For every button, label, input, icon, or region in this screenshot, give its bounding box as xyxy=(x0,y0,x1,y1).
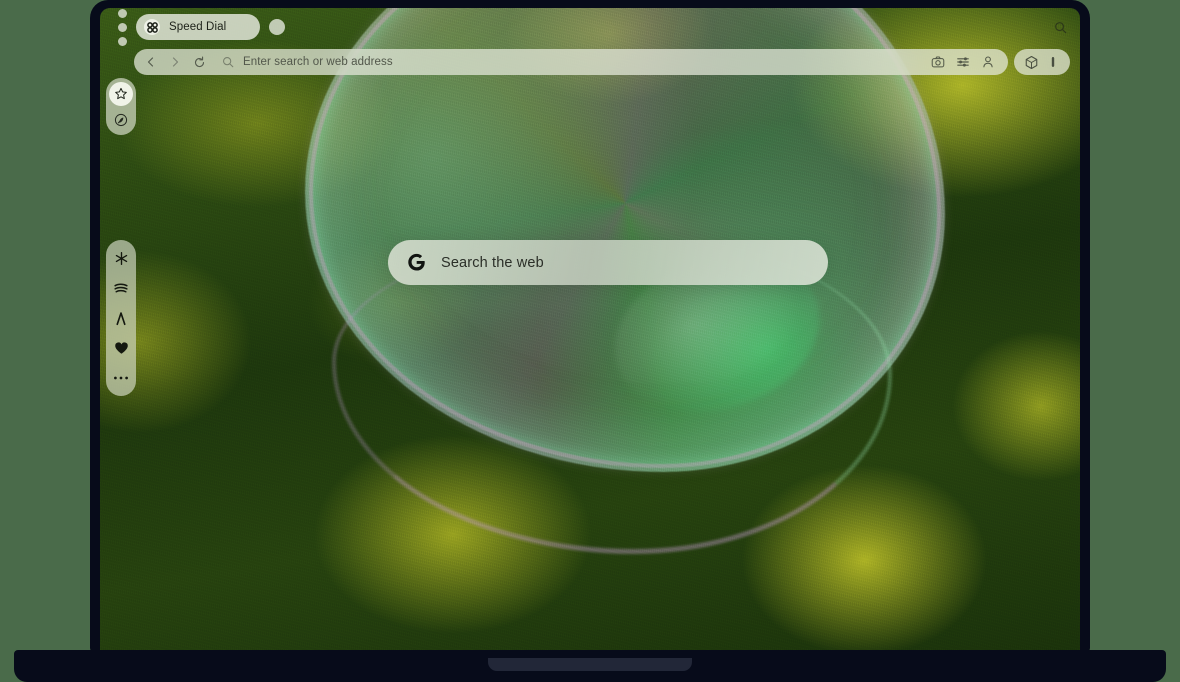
camera-icon[interactable] xyxy=(928,52,948,72)
sidebar-toggle-icon[interactable] xyxy=(1043,52,1063,72)
person-icon[interactable] xyxy=(978,52,998,72)
google-g-icon xyxy=(406,252,427,273)
laptop-base xyxy=(14,650,1166,682)
window-maximize-dot[interactable] xyxy=(117,36,127,46)
laptop-mockup: Speed Dial Enter search or web address S… xyxy=(0,0,1180,682)
toolbar: Enter search or web address xyxy=(100,48,1080,76)
address-bar-actions xyxy=(928,52,1000,72)
waves-icon[interactable] xyxy=(110,277,132,299)
sidebar-top-group xyxy=(106,78,136,135)
speed-dial-wallpaper xyxy=(100,8,1080,650)
address-input-placeholder[interactable]: Enter search or web address xyxy=(243,56,393,68)
tab-title: Speed Dial xyxy=(169,21,227,33)
sidebar-bottom-group xyxy=(106,240,136,396)
star-icon[interactable] xyxy=(109,82,133,106)
chevron-left-icon[interactable] xyxy=(140,51,162,73)
address-bar[interactable]: Enter search or web address xyxy=(134,49,1008,75)
speed-dial-search-box[interactable]: Search the web xyxy=(388,240,828,285)
leaf-icon[interactable] xyxy=(110,109,132,131)
reload-icon[interactable] xyxy=(188,51,210,73)
more-dots-icon[interactable] xyxy=(110,367,132,389)
asterisk-icon[interactable] xyxy=(110,247,132,269)
cube-icon[interactable] xyxy=(1021,52,1041,72)
browser-window: Speed Dial Enter search or web address S… xyxy=(100,8,1080,650)
tab-bar: Speed Dial xyxy=(100,8,1080,46)
window-close-dot[interactable] xyxy=(117,8,127,18)
tab-strip: Speed Dial xyxy=(136,14,285,40)
search-input-placeholder[interactable]: Search the web xyxy=(441,255,544,271)
heart-icon[interactable] xyxy=(110,337,132,359)
search-icon[interactable] xyxy=(1050,17,1070,37)
window-minimize-dot[interactable] xyxy=(117,22,127,32)
toolbar-end-group xyxy=(1014,49,1070,75)
chevron-right-icon[interactable] xyxy=(164,51,186,73)
window-controls[interactable] xyxy=(106,8,134,46)
sliders-icon[interactable] xyxy=(953,52,973,72)
pin-icon[interactable] xyxy=(110,307,132,329)
search-icon xyxy=(218,52,238,72)
speed-dial-icon xyxy=(144,19,160,35)
new-tab-button[interactable] xyxy=(269,19,285,35)
tab-speed-dial[interactable]: Speed Dial xyxy=(136,14,260,40)
laptop-trackpad-notch xyxy=(488,658,692,671)
